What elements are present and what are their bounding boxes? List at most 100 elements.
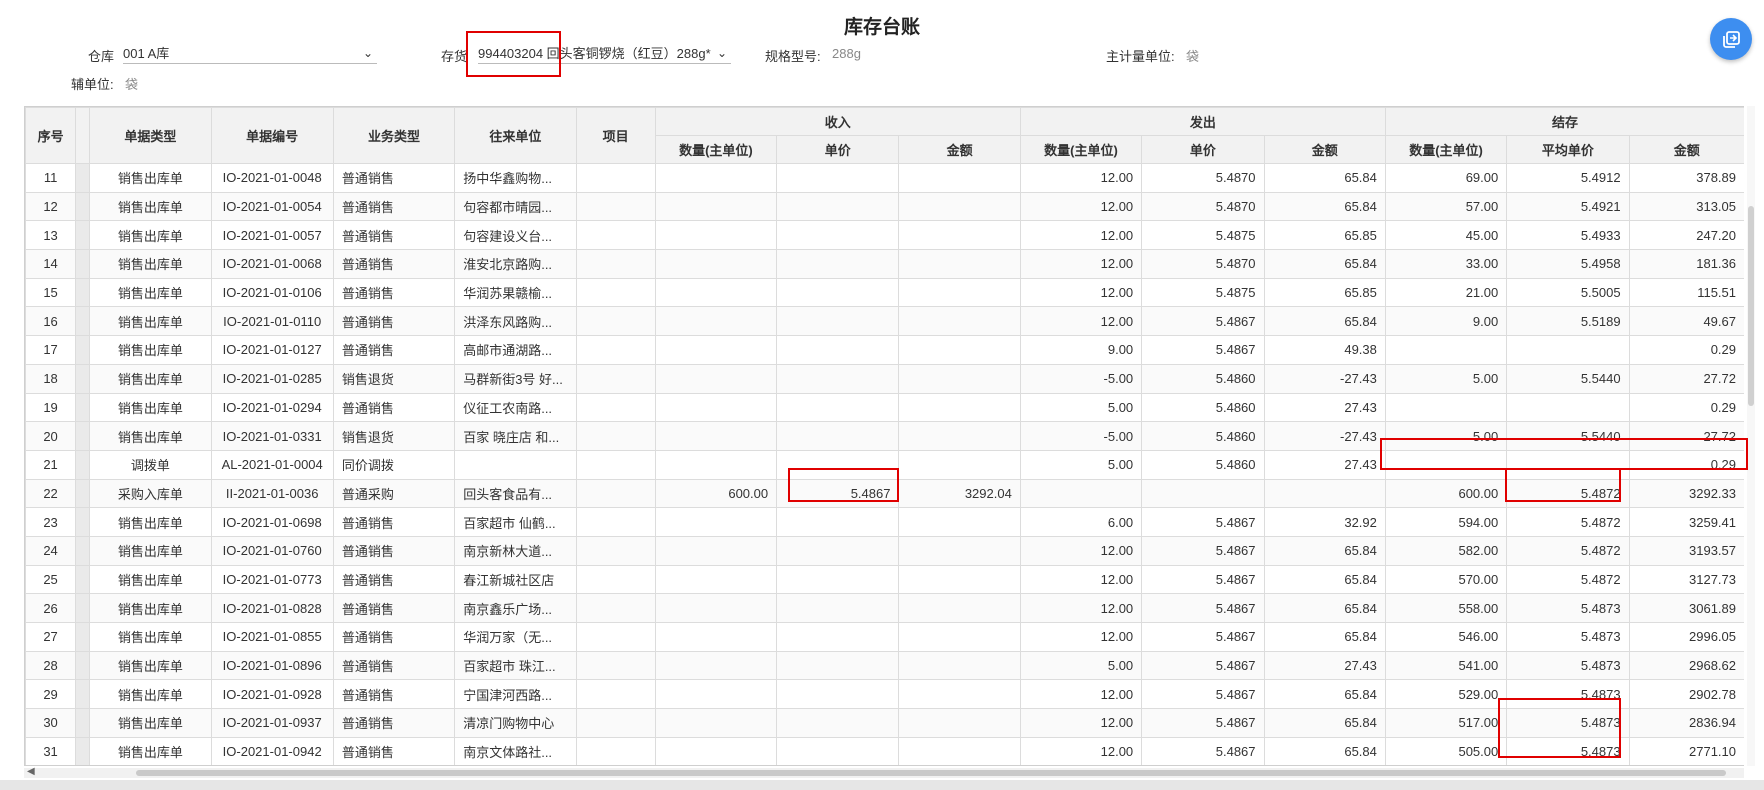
cell-project xyxy=(575,736,656,765)
cell-splitter xyxy=(75,593,91,623)
cell-doc-no[interactable]: IO-2021-01-0942 xyxy=(210,736,334,765)
header-splitter[interactable] xyxy=(75,107,91,164)
table-row[interactable]: 29 销售出库单 IO-2021-01-0928 普通销售 宁国津河西路... 12.00… xyxy=(25,679,1744,710)
cell-doc-no[interactable]: IO-2021-01-0106 xyxy=(210,277,334,308)
cell-doc-no[interactable]: IO-2021-01-0068 xyxy=(210,249,334,279)
header-partner[interactable]: 往来单位 xyxy=(454,107,577,164)
header-income-qty[interactable]: 数量(主单位) xyxy=(654,135,778,164)
cell-doc-no[interactable]: IO-2021-01-0294 xyxy=(210,392,334,423)
cell-doc-no[interactable]: IO-2021-01-0057 xyxy=(210,220,334,251)
cell-doc-no[interactable]: IO-2021-01-0048 xyxy=(210,163,334,193)
cell-outgo-qty: 12.00 xyxy=(1019,535,1143,566)
vertical-scroll-thumb[interactable] xyxy=(1748,206,1754,406)
cell-balance-avg-price: 5.5440 xyxy=(1506,421,1630,451)
cell-doc-no[interactable]: IO-2021-01-0760 xyxy=(210,535,334,566)
table-row[interactable]: 11 销售出库单 IO-2021-01-0048 普通销售 扬中华鑫购物... 12.00… xyxy=(25,163,1744,193)
warehouse-select[interactable]: 001 A库 ⌄ xyxy=(123,42,377,64)
cell-income-price xyxy=(776,220,900,251)
header-income-price[interactable]: 单价 xyxy=(776,135,900,164)
header-doc-type[interactable]: 单据类型 xyxy=(89,107,212,164)
header-outgo-amount[interactable]: 金额 xyxy=(1263,135,1386,164)
cell-partner: 高邮市通湖路... xyxy=(454,335,577,365)
cell-doc-no[interactable]: AL-2021-01-0004 xyxy=(210,449,334,480)
stock-select[interactable]: 994403204 回头客铜锣烧（红豆）288g* ⌄ xyxy=(478,42,731,64)
table-row[interactable]: 20 销售出库单 IO-2021-01-0331 销售退货 百家 晓庄店 和... -5.… xyxy=(25,421,1744,451)
cell-project xyxy=(575,220,656,251)
cell-balance-qty: 594.00 xyxy=(1384,507,1508,537)
cell-seq: 13 xyxy=(25,220,77,251)
cell-doc-no[interactable]: IO-2021-01-0285 xyxy=(210,363,334,394)
cell-biz-type: 销售退货 xyxy=(332,421,456,451)
table-row[interactable]: 27 销售出库单 IO-2021-01-0855 普通销售 华润万家（无... 12.00… xyxy=(25,622,1744,652)
table-row[interactable]: 16 销售出库单 IO-2021-01-0110 普通销售 洪泽东风路购... 12.00… xyxy=(25,306,1744,337)
table-row[interactable]: 22 采购入库单 II-2021-01-0036 普通采购 回头客食品有... 600.0… xyxy=(25,478,1744,509)
cell-doc-type: 销售出库单 xyxy=(89,249,212,279)
vertical-scrollbar[interactable] xyxy=(1747,106,1755,766)
cell-income-price xyxy=(776,708,900,738)
cell-income-qty xyxy=(654,593,778,623)
cell-splitter xyxy=(75,535,91,566)
cell-doc-type: 销售出库单 xyxy=(89,306,212,337)
scroll-left-icon[interactable]: ◀ xyxy=(27,766,35,777)
header-balance-qty[interactable]: 数量(主单位) xyxy=(1384,135,1508,164)
header-balance-amount[interactable]: 金额 xyxy=(1628,135,1744,164)
header-balance-avg-price[interactable]: 平均单价 xyxy=(1506,135,1630,164)
cell-doc-no[interactable]: IO-2021-01-0855 xyxy=(210,622,334,652)
table-row[interactable]: 14 销售出库单 IO-2021-01-0068 普通销售 淮安北京路购... 12.00… xyxy=(25,249,1744,279)
header-doc-no[interactable]: 单据编号 xyxy=(210,107,334,164)
horizontal-scrollbar[interactable]: ◀ xyxy=(24,766,1744,778)
cell-doc-no[interactable]: IO-2021-01-0937 xyxy=(210,708,334,738)
cell-income-amount xyxy=(898,249,1021,279)
cell-doc-no[interactable]: IO-2021-01-0127 xyxy=(210,335,334,365)
cell-splitter xyxy=(75,478,91,509)
table-row[interactable]: 23 销售出库单 IO-2021-01-0698 普通销售 百家超市 仙鹤... 6.00… xyxy=(25,507,1744,537)
header-outgo-qty[interactable]: 数量(主单位) xyxy=(1019,135,1143,164)
cell-doc-no[interactable]: IO-2021-01-0773 xyxy=(210,564,334,595)
cell-doc-no[interactable]: IO-2021-01-0928 xyxy=(210,679,334,710)
cell-income-price xyxy=(776,163,900,193)
cell-partner: 清凉门购物中心 xyxy=(454,708,577,738)
cell-seq: 31 xyxy=(25,736,77,765)
cell-income-amount xyxy=(898,622,1021,652)
table-row[interactable]: 30 销售出库单 IO-2021-01-0937 普通销售 清凉门购物中心 12.00 5.… xyxy=(25,708,1744,738)
floating-action-button[interactable] xyxy=(1710,18,1752,60)
table-row[interactable]: 24 销售出库单 IO-2021-01-0760 普通销售 南京新林大道... 12.00… xyxy=(25,535,1744,566)
cell-outgo-price: 5.4867 xyxy=(1141,564,1265,595)
table-row[interactable]: 31 销售出库单 IO-2021-01-0942 普通销售 南京文体路社... 12.00… xyxy=(25,736,1744,765)
cell-splitter xyxy=(75,277,91,308)
cell-project xyxy=(575,249,656,279)
cell-splitter xyxy=(75,335,91,365)
header-income-amount[interactable]: 金额 xyxy=(898,135,1021,164)
cell-doc-no[interactable]: II-2021-01-0036 xyxy=(210,478,334,509)
table-row[interactable]: 17 销售出库单 IO-2021-01-0127 普通销售 高邮市通湖路... 9.00 5… xyxy=(25,335,1744,365)
table-row[interactable]: 21 调拨单 AL-2021-01-0004 同价调拨 5.00 5.4860 27.43 0… xyxy=(25,449,1744,480)
table-row[interactable]: 26 销售出库单 IO-2021-01-0828 普通销售 南京鑫乐广场... 12.00… xyxy=(25,593,1744,623)
cell-income-qty xyxy=(654,736,778,765)
table-row[interactable]: 13 销售出库单 IO-2021-01-0057 普通销售 句容建设义台... 12.00… xyxy=(25,220,1744,251)
chevron-down-icon: ⌄ xyxy=(716,45,727,60)
table-row[interactable]: 18 销售出库单 IO-2021-01-0285 销售退货 马群新街3号 好... -5.… xyxy=(25,363,1744,394)
cell-outgo-price: 5.4867 xyxy=(1141,593,1265,623)
cell-doc-no[interactable]: IO-2021-01-0054 xyxy=(210,191,334,222)
table-row[interactable]: 12 销售出库单 IO-2021-01-0054 普通销售 句容都市晴园... 12.00… xyxy=(25,191,1744,222)
table-row[interactable]: 25 销售出库单 IO-2021-01-0773 普通销售 春江新城社区店 12.00 5.… xyxy=(25,564,1744,595)
header-project[interactable]: 项目 xyxy=(575,107,656,164)
cell-doc-no[interactable]: IO-2021-01-0331 xyxy=(210,421,334,451)
header-biz-type[interactable]: 业务类型 xyxy=(332,107,456,164)
cell-income-price xyxy=(776,249,900,279)
cell-doc-no[interactable]: IO-2021-01-0110 xyxy=(210,306,334,337)
cell-doc-no[interactable]: IO-2021-01-0698 xyxy=(210,507,334,537)
cell-outgo-qty: 5.00 xyxy=(1019,392,1143,423)
header-outgo-price[interactable]: 单价 xyxy=(1141,135,1265,164)
table-row[interactable]: 15 销售出库单 IO-2021-01-0106 普通销售 华润苏果赣榆... 12.00… xyxy=(25,277,1744,308)
cell-balance-qty: 505.00 xyxy=(1384,736,1508,765)
cell-doc-no[interactable]: IO-2021-01-0828 xyxy=(210,593,334,623)
header-seq[interactable]: 序号 xyxy=(25,107,77,164)
horizontal-scroll-thumb[interactable] xyxy=(136,770,1726,776)
table-row[interactable]: 28 销售出库单 IO-2021-01-0896 普通销售 百家超市 珠江... 5.00… xyxy=(25,650,1744,681)
cell-outgo-amount: 27.43 xyxy=(1263,392,1386,423)
cell-doc-no[interactable]: IO-2021-01-0896 xyxy=(210,650,334,681)
cell-outgo-amount: 65.84 xyxy=(1263,191,1386,222)
cell-outgo-amount: 49.38 xyxy=(1263,335,1386,365)
table-row[interactable]: 19 销售出库单 IO-2021-01-0294 普通销售 仪征工农南路... 5.00 5… xyxy=(25,392,1744,423)
